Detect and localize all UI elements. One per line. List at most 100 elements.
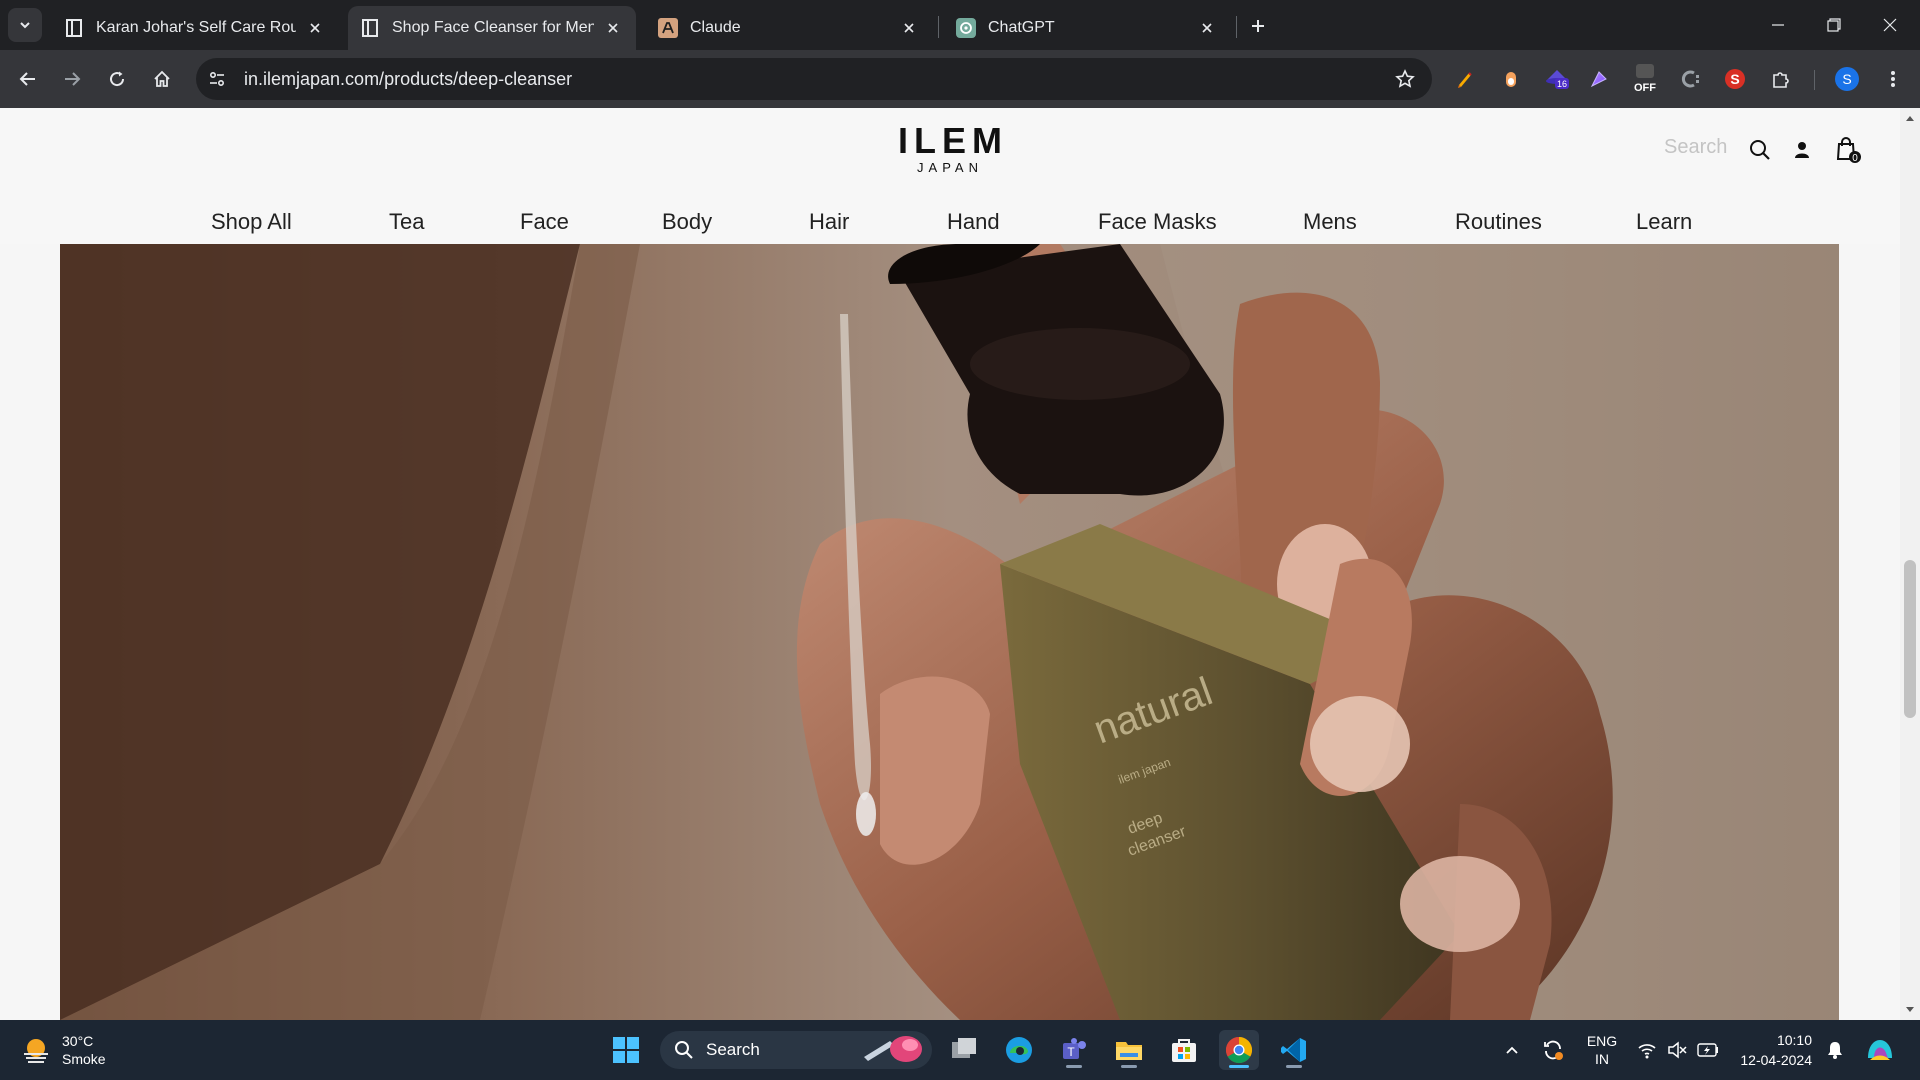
close-icon (1883, 18, 1897, 32)
tab-strip: Karan Johar's Self Care Routine Shop Fac… (0, 0, 1920, 50)
chevron-up-icon (1506, 1046, 1518, 1054)
running-indicator (1229, 1065, 1249, 1068)
tab-karan-johar[interactable]: Karan Johar's Self Care Routine (52, 6, 338, 50)
task-view-button[interactable] (944, 1030, 984, 1070)
weather-condition: Smoke (62, 1051, 106, 1067)
puzzle-extensions-icon[interactable] (1766, 64, 1796, 94)
page-scrollbar[interactable] (1900, 108, 1920, 1020)
home-button[interactable] (146, 63, 178, 95)
tab-title: ChatGPT (988, 19, 1055, 36)
taskbar-search-box[interactable]: Search (660, 1031, 932, 1069)
close-window-button[interactable] (1862, 0, 1918, 50)
tab-search-button[interactable] (8, 8, 42, 42)
nav-tea[interactable]: Tea (389, 200, 424, 244)
sun-haze-icon (24, 1039, 48, 1063)
notification-bell-icon[interactable] (1822, 1030, 1848, 1070)
tab-shop-face-cleanser[interactable]: Shop Face Cleanser for Men On (348, 6, 636, 50)
nav-mens[interactable]: Mens (1303, 200, 1357, 244)
store-app[interactable] (1164, 1030, 1204, 1070)
wifi-icon[interactable] (1634, 1030, 1660, 1070)
nav-hand[interactable]: Hand (947, 200, 1000, 244)
search-icon (675, 1041, 693, 1059)
system-clock[interactable]: 10:10 12-04-2024 (1736, 1030, 1812, 1070)
back-button[interactable] (12, 63, 44, 95)
url-text[interactable]: in.ilemjapan.com/products/deep-cleanser (244, 69, 1388, 90)
wizard-extension-icon[interactable]: 16 (1542, 64, 1572, 94)
scroll-down-icon[interactable] (1904, 1004, 1916, 1016)
minimize-button[interactable] (1750, 0, 1806, 50)
tab-chatgpt[interactable]: ChatGPT (944, 6, 1230, 50)
nav-body[interactable]: Body (662, 200, 712, 244)
logo-brand: ILEM (898, 120, 1008, 161)
battery-icon[interactable] (1694, 1030, 1722, 1070)
svg-text:S: S (1842, 71, 1851, 87)
tab-title: Shop Face Cleanser for Men On (392, 19, 594, 36)
scroll-up-icon[interactable] (1904, 112, 1916, 124)
tray-overflow-button[interactable] (1500, 1030, 1524, 1070)
logo-subtitle: JAPAN (917, 160, 983, 175)
search-icon[interactable] (1746, 136, 1774, 164)
close-icon[interactable] (1196, 17, 1218, 39)
toolbar-separator (1814, 70, 1815, 90)
tab-separator (938, 16, 939, 38)
folder-icon (1116, 1042, 1142, 1060)
taskbar-search-label: Search (706, 1040, 760, 1059)
restore-button[interactable] (1806, 0, 1862, 50)
windows-logo-icon (613, 1037, 639, 1063)
speaker-muted-icon[interactable] (1664, 1030, 1690, 1070)
running-indicator (1066, 1065, 1082, 1068)
start-button[interactable] (606, 1030, 646, 1070)
clock-date: 12-04-2024 (1740, 1052, 1812, 1068)
weather-widget[interactable]: 30°C Smoke (20, 1030, 106, 1070)
ilem-favicon-icon (360, 18, 380, 38)
kebab-menu-icon[interactable] (1878, 64, 1908, 94)
vscode-app[interactable] (1274, 1030, 1314, 1070)
nav-face-masks[interactable]: Face Masks (1098, 200, 1217, 244)
file-explorer-app[interactable] (1109, 1030, 1149, 1070)
tab-claude[interactable]: Claude (646, 6, 932, 50)
c-extension-icon[interactable] (1676, 64, 1706, 94)
main-nav: Shop All Tea Face Body Hair Hand Face Ma… (0, 200, 1900, 244)
language-code: ENG (1586, 1033, 1618, 1049)
restore-icon (1827, 18, 1841, 32)
off-extension-icon[interactable]: OFF (1628, 64, 1662, 94)
site-header: ILEM JAPAN Search 0 Shop All Tea Face Bo… (0, 108, 1900, 244)
copilot-icon[interactable] (1860, 1030, 1900, 1070)
reload-button[interactable] (101, 63, 133, 95)
language-indicator[interactable]: ENG IN (1580, 1030, 1624, 1070)
minimize-icon (1772, 24, 1784, 26)
chrome-app[interactable] (1219, 1030, 1259, 1070)
close-icon[interactable] (304, 17, 326, 39)
site-info-icon[interactable] (200, 62, 234, 96)
account-icon[interactable] (1788, 136, 1816, 164)
reload-icon (110, 71, 125, 87)
gradient-extension-icon[interactable] (1584, 64, 1614, 94)
pen-extension-icon[interactable] (1450, 64, 1480, 94)
nav-shop-all[interactable]: Shop All (211, 200, 292, 244)
plus-icon (1252, 20, 1264, 32)
sync-icon[interactable] (1538, 1030, 1568, 1070)
nav-hair[interactable]: Hair (809, 200, 849, 244)
red-s-extension-icon[interactable]: S (1720, 64, 1750, 94)
nav-learn[interactable]: Learn (1636, 200, 1692, 244)
teams-icon: T (1063, 1038, 1086, 1059)
running-indicator (1121, 1065, 1137, 1068)
honey-extension-icon[interactable] (1496, 64, 1526, 94)
scrollbar-thumb[interactable] (1904, 560, 1916, 718)
nav-face[interactable]: Face (520, 200, 569, 244)
teams-app[interactable]: T (1054, 1030, 1094, 1070)
address-bar[interactable]: in.ilemjapan.com/products/deep-cleanser (196, 58, 1432, 100)
new-tab-button[interactable] (1244, 12, 1272, 40)
edge-app[interactable] (999, 1030, 1039, 1070)
close-icon[interactable] (602, 17, 624, 39)
cart-icon[interactable]: 0 (1834, 136, 1862, 164)
forward-button[interactable] (56, 63, 88, 95)
clock-time: 10:10 (1776, 1032, 1812, 1048)
site-logo[interactable]: ILEM JAPAN (898, 122, 1002, 176)
profile-avatar[interactable]: S (1832, 64, 1862, 94)
store-icon (1172, 1039, 1196, 1062)
nav-routines[interactable]: Routines (1455, 200, 1542, 244)
close-icon[interactable] (898, 17, 920, 39)
bookmark-star-icon[interactable] (1388, 62, 1422, 96)
tab-separator (1236, 16, 1237, 38)
